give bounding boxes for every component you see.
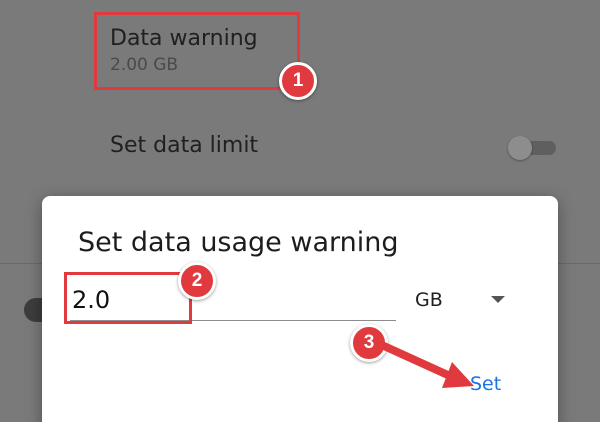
step-2-badge: 2 — [178, 262, 216, 300]
step-3-badge: 3 — [350, 324, 388, 362]
background-divider-right — [556, 263, 600, 264]
chevron-down-icon — [491, 296, 505, 303]
data-limit-toggle[interactable] — [508, 136, 558, 160]
input-highlight — [64, 272, 192, 324]
background-divider-left — [0, 263, 45, 264]
set-data-limit-setting[interactable]: Set data limit — [110, 132, 258, 160]
set-button[interactable]: Set — [470, 370, 520, 398]
data-limit-toggle-thumb — [508, 136, 532, 160]
dialog-title: Set data usage warning — [78, 227, 399, 258]
step-1-badge: 1 — [279, 62, 317, 100]
set-data-limit-title: Set data limit — [110, 133, 259, 158]
data-settings-screen: Data warning 2.00 GB Set data limit Set … — [0, 0, 600, 422]
unit-dropdown[interactable]: GB — [412, 282, 522, 318]
data-warning-highlight — [94, 12, 300, 90]
unit-label: GB — [415, 289, 443, 311]
